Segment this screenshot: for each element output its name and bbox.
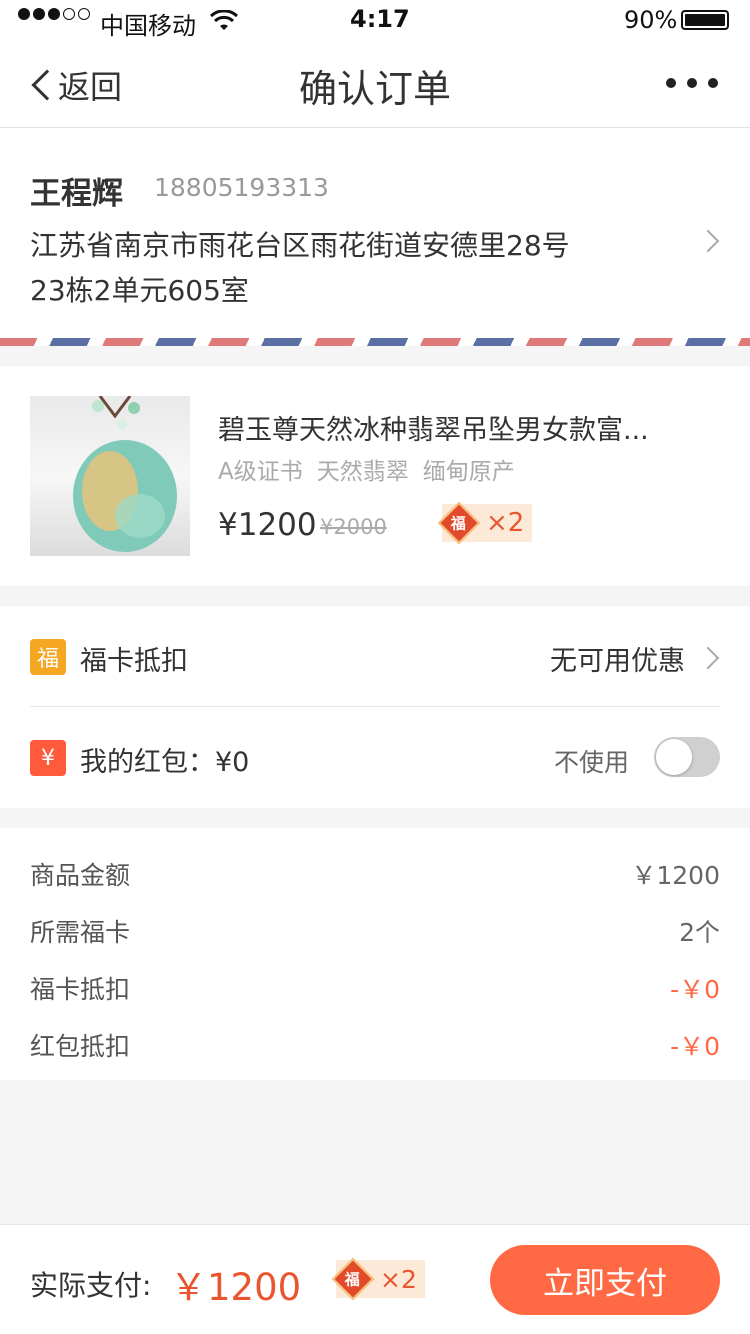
nav-bar: 返回 确认订单 (0, 40, 750, 128)
summary-value: ￥1200 (631, 861, 720, 890)
toggle-knob (656, 739, 692, 775)
battery-icon (681, 10, 729, 30)
address-line-1: 江苏省南京市雨花台区雨花街道安德里28号 (30, 229, 570, 262)
red-packet-row: ¥ 我的红包：¥0 不使用 (0, 707, 750, 808)
fu-card-deduction-row[interactable]: 福 福卡抵扣 无可用优惠 (0, 606, 750, 706)
fu-card-badge: 福 ×2 (437, 501, 533, 545)
summary-label: 红包抵扣 (30, 1032, 131, 1061)
address-line-2: 23栋2单元605室 (30, 274, 249, 307)
pay-label: 实际支付: (30, 1269, 152, 1302)
product-title: 碧玉尊天然冰种翡翠吊坠男女款富... (218, 415, 649, 446)
recipient-phone: 18805193313 (154, 173, 329, 202)
pay-now-button[interactable]: 立即支付 (490, 1245, 720, 1315)
fu-icon: 福 (331, 1257, 375, 1301)
fu-card-badge: 福 ×2 (331, 1257, 425, 1301)
airmail-stripe (0, 338, 750, 346)
more-dot-icon (687, 78, 697, 88)
fu-count: ×2 (380, 1264, 417, 1294)
page-title: 确认订单 (298, 67, 451, 111)
status-bar: 中国移动 4:17 90% (0, 0, 750, 40)
summary-row: 红包抵扣 -￥0 (30, 1027, 720, 1063)
product-tag: 缅甸原产 (422, 459, 515, 485)
product-tag: 天然翡翠 (316, 459, 409, 485)
chevron-right-icon (696, 646, 720, 670)
summary-value: 2个 (679, 918, 720, 947)
summary-label: 福卡抵扣 (30, 975, 131, 1004)
toggle-label: 不使用 (554, 748, 630, 777)
product-tags: A级证书 天然翡翠 缅甸原产 (218, 452, 515, 486)
fu-icon: 福 (437, 501, 481, 545)
product-original-price: ¥2000 (320, 515, 387, 539)
fu-count: ×2 (486, 508, 525, 538)
checkout-bar: 实际支付: ￥1200 福 ×2 立即支付 (0, 1224, 750, 1334)
address-card[interactable]: 王程辉 18805193313 江苏省南京市雨花台区雨花街道安德里28号 23栋… (0, 128, 750, 346)
red-packet-icon: ¥ (30, 740, 66, 776)
more-button[interactable] (666, 78, 718, 88)
more-dot-icon (708, 78, 718, 88)
fu-card-value: 无可用优惠 (550, 646, 685, 677)
clock: 4:17 (350, 5, 410, 33)
pay-amount: ￥1200 (170, 1266, 302, 1309)
summary-value: -￥0 (670, 1032, 720, 1061)
product-price: ¥1200 (218, 507, 317, 543)
product-image (30, 396, 190, 556)
red-packet-label: 我的红包：¥0 (80, 747, 250, 778)
price-summary: 商品金额 ￥1200 所需福卡 2个 福卡抵扣 -￥0 红包抵扣 -￥0 (0, 828, 750, 1080)
summary-row: 福卡抵扣 -￥0 (30, 970, 720, 1006)
summary-row: 所需福卡 2个 (30, 913, 720, 949)
summary-row: 商品金额 ￥1200 (30, 856, 720, 892)
summary-label: 所需福卡 (30, 918, 131, 947)
recipient-name: 王程辉 (30, 176, 123, 212)
jade-pendant-icon (73, 396, 177, 552)
discount-section: 福 福卡抵扣 无可用优惠 ¥ 我的红包：¥0 不使用 (0, 606, 750, 808)
fu-card-label: 福卡抵扣 (80, 646, 188, 677)
summary-value: -￥0 (670, 975, 720, 1004)
product-tag: A级证书 (218, 459, 303, 485)
signal-icon (18, 8, 90, 20)
product-card[interactable]: 碧玉尊天然冰种翡翠吊坠男女款富... A级证书 天然翡翠 缅甸原产 ¥1200 … (0, 366, 750, 586)
more-dot-icon (666, 78, 676, 88)
red-packet-toggle[interactable] (654, 737, 720, 777)
wifi-icon (210, 10, 238, 30)
battery-percent: 90% (624, 6, 678, 34)
chevron-right-icon (696, 229, 720, 253)
fu-card-icon: 福 (30, 639, 66, 675)
summary-label: 商品金额 (30, 861, 131, 890)
carrier-name: 中国移动 (100, 12, 196, 40)
